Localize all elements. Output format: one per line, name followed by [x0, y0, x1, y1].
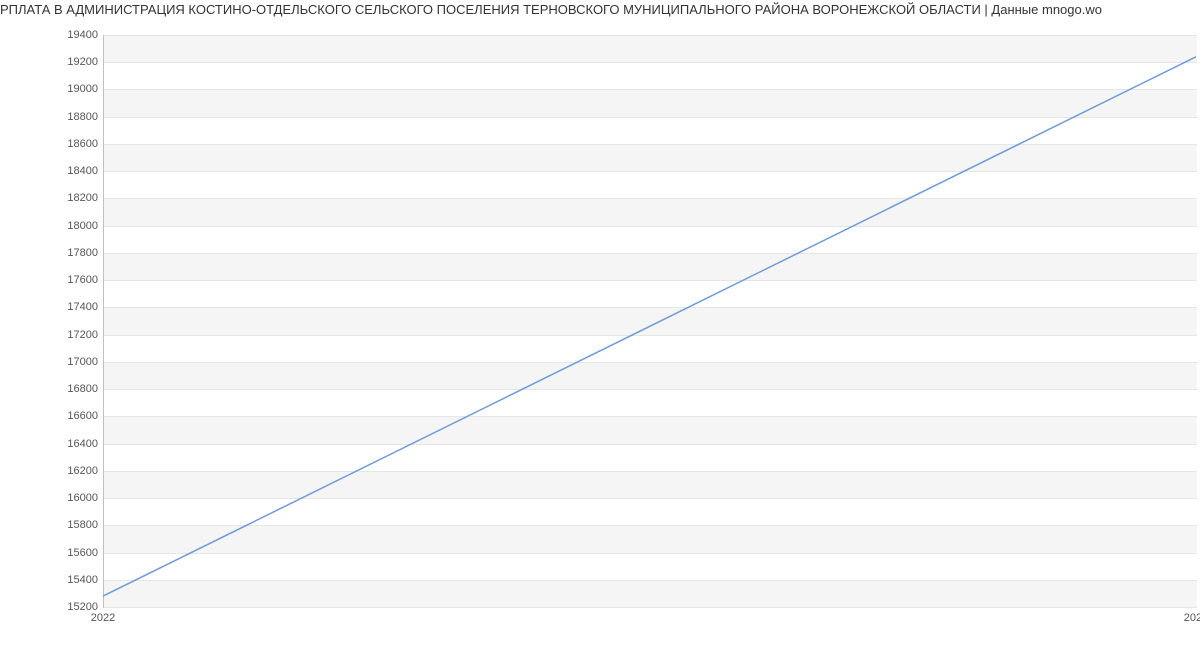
y-tick-label: 15800 [38, 519, 98, 531]
y-tick-label: 17600 [38, 274, 98, 286]
y-tick-label: 17000 [38, 356, 98, 368]
y-tick-label: 18600 [38, 138, 98, 150]
y-tick-label: 18000 [38, 220, 98, 232]
x-tick-label: 2024 [1184, 612, 1200, 624]
y-tick-label: 17200 [38, 329, 98, 341]
y-tick-label: 15400 [38, 574, 98, 586]
y-tick-label: 19000 [38, 83, 98, 95]
data-line [103, 57, 1196, 596]
y-tick-label: 17400 [38, 301, 98, 313]
y-tick-label: 19400 [38, 29, 98, 41]
x-tick-label: 2022 [91, 612, 115, 624]
y-tick-label: 15600 [38, 547, 98, 559]
y-tick-label: 16200 [38, 465, 98, 477]
grid-line [104, 607, 1197, 608]
chart-title: РПЛАТА В АДМИНИСТРАЦИЯ КОСТИНО-ОТДЕЛЬСКО… [0, 2, 1200, 17]
y-tick-label: 19200 [38, 56, 98, 68]
y-tick-label: 18200 [38, 192, 98, 204]
y-tick-label: 16600 [38, 410, 98, 422]
y-tick-label: 17800 [38, 247, 98, 259]
y-tick-label: 16000 [38, 492, 98, 504]
chart-line-layer [103, 35, 1196, 607]
y-tick-label: 15200 [38, 601, 98, 613]
y-tick-label: 16800 [38, 383, 98, 395]
y-tick-label: 18800 [38, 111, 98, 123]
y-tick-label: 16400 [38, 438, 98, 450]
y-tick-label: 18400 [38, 165, 98, 177]
